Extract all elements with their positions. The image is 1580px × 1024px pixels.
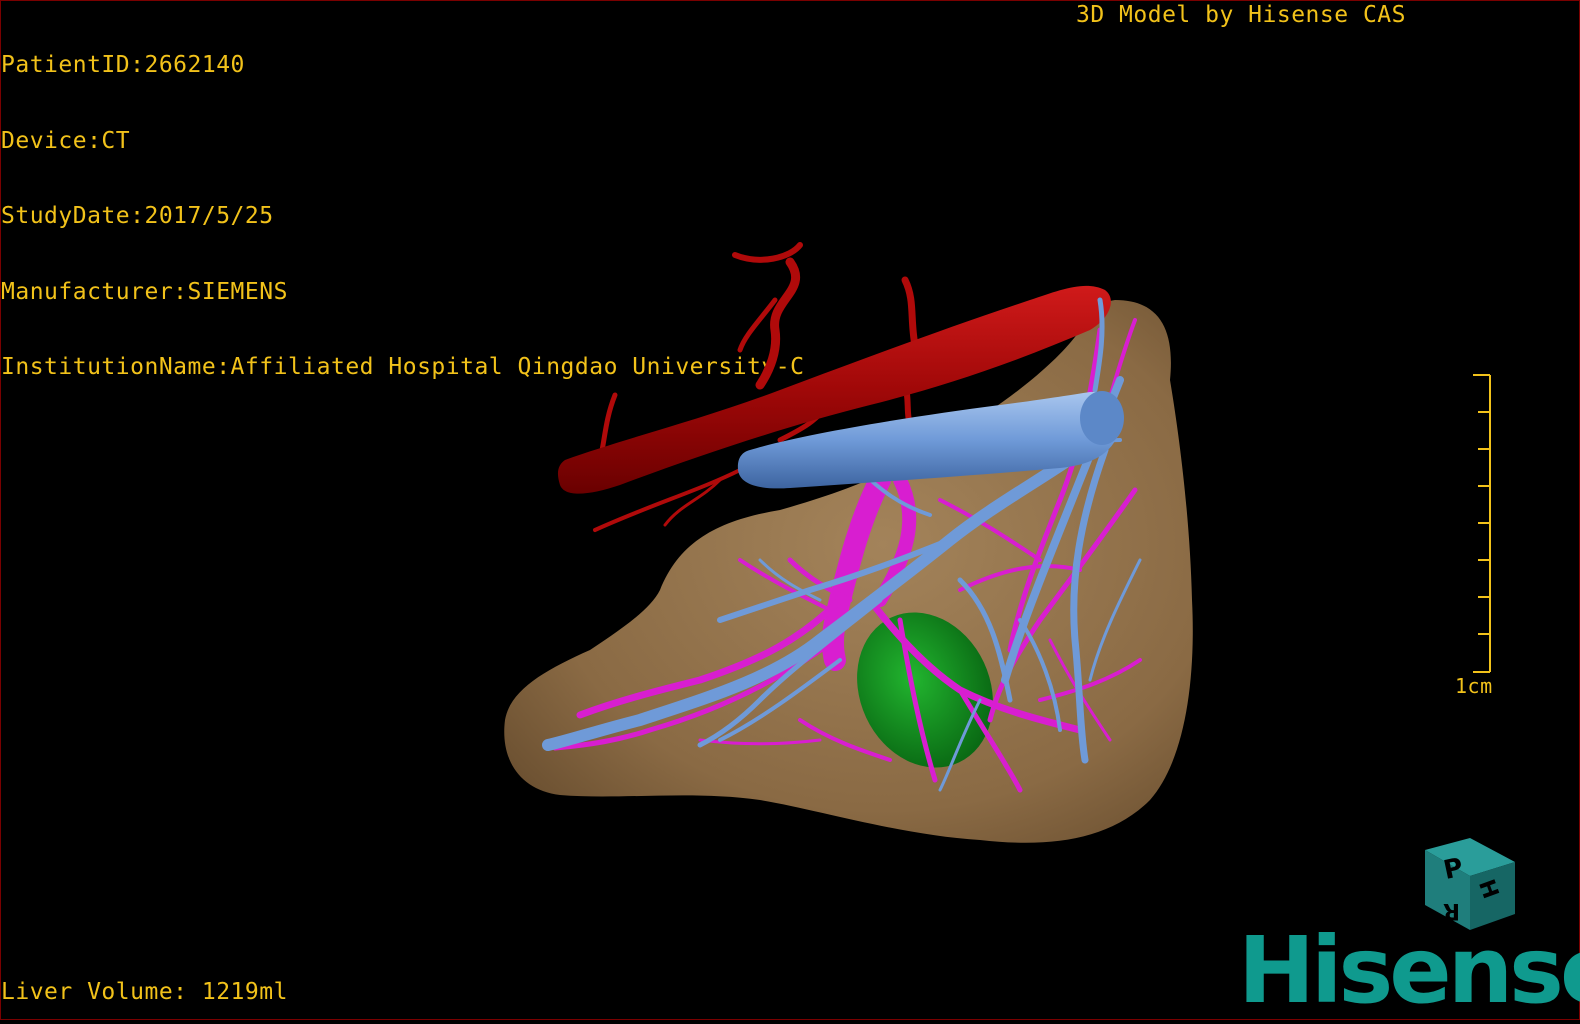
3d-liver-model[interactable]: P H R <box>0 0 1580 1020</box>
liver-volume-text: Liver Volume: 1219ml <box>1 979 288 1005</box>
scale-bar-label: 1cm <box>1455 674 1493 698</box>
hisense-logo: Hisense <box>1238 917 1580 1024</box>
scale-bar <box>1473 374 1491 673</box>
